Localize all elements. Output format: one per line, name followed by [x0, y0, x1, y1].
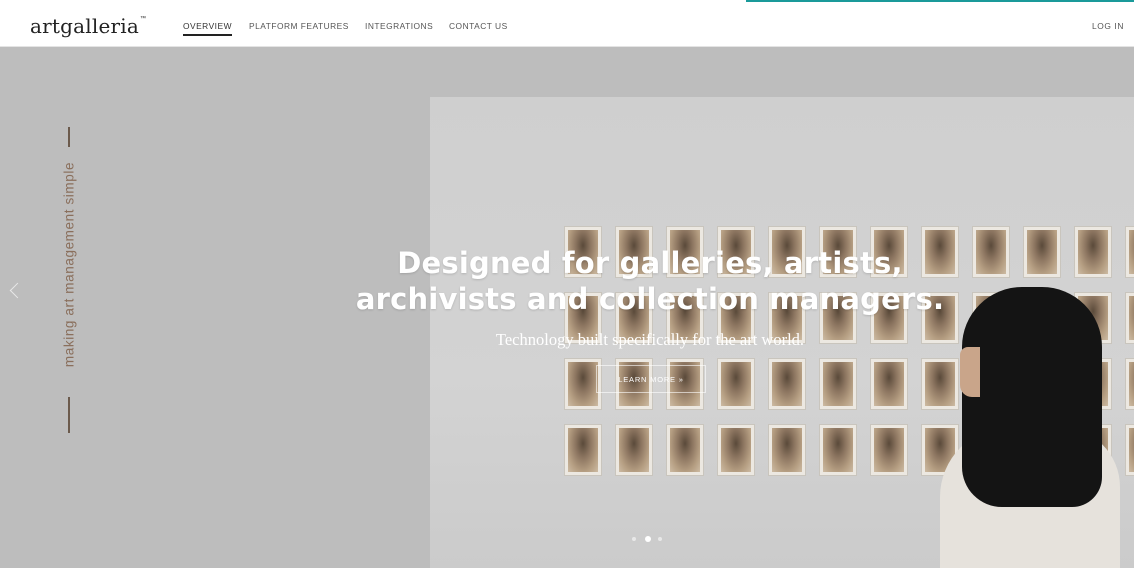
artwork-portrait — [874, 428, 904, 472]
artwork-portrait — [721, 362, 751, 406]
carousel-dot[interactable] — [645, 536, 651, 542]
navbar: artgalleria™ OVERVIEW PLATFORM FEATURES … — [0, 2, 1134, 47]
logo-trademark: ™ — [139, 16, 147, 22]
artwork-portrait — [772, 428, 802, 472]
nav-platform-features[interactable]: PLATFORM FEATURES — [249, 21, 349, 31]
carousel-dot[interactable] — [658, 537, 662, 541]
nav-integrations[interactable]: INTEGRATIONS — [365, 21, 433, 31]
artwork-frame — [922, 359, 958, 409]
artwork-portrait — [823, 362, 853, 406]
artwork-frame — [565, 425, 601, 475]
visitor-face — [960, 347, 980, 397]
nav-contact-us[interactable]: CONTACT US — [449, 21, 508, 31]
artwork-frame — [769, 425, 805, 475]
artwork-frame — [616, 425, 652, 475]
artwork-frame — [820, 425, 856, 475]
artwork-portrait — [1078, 230, 1108, 274]
artwork-portrait — [874, 362, 904, 406]
artwork-portrait — [670, 428, 700, 472]
artwork-frame — [871, 359, 907, 409]
artwork-frame — [1126, 425, 1134, 475]
artwork-portrait — [568, 362, 598, 406]
artwork-frame — [718, 359, 754, 409]
tagline-line-bottom — [68, 397, 70, 433]
tagline-text: making art management simple — [61, 161, 77, 368]
artwork-frame — [1126, 359, 1134, 409]
hero-subheadline: Technology built specifically for the ar… — [495, 330, 805, 349]
tagline-line-top — [68, 127, 70, 147]
logo-text: artgalleria — [30, 14, 139, 38]
visitor-hair — [962, 287, 1102, 507]
learn-more-button[interactable]: LEARN MORE » — [596, 365, 706, 393]
login-link[interactable]: LOG IN — [1092, 21, 1124, 31]
artwork-portrait — [925, 362, 955, 406]
artwork-frame — [1126, 293, 1134, 343]
artwork-portrait — [619, 428, 649, 472]
artwork-portrait — [1027, 230, 1057, 274]
artwork-portrait — [1129, 296, 1134, 340]
hero-headline: Designed for galleries, artists, archivi… — [300, 245, 1000, 317]
artwork-frame — [1126, 227, 1134, 277]
headline-line-2: archivists and collection managers. — [355, 282, 945, 316]
artwork-frame — [820, 359, 856, 409]
artwork-frame — [718, 425, 754, 475]
artwork-frame — [667, 425, 703, 475]
artwork-portrait — [1129, 428, 1134, 472]
artwork-frame — [1075, 227, 1111, 277]
carousel-dot[interactable] — [632, 537, 636, 541]
artwork-portrait — [721, 428, 751, 472]
artwork-portrait — [1129, 362, 1134, 406]
chevron-left-icon[interactable] — [9, 282, 26, 299]
artwork-frame — [769, 359, 805, 409]
artwork-portrait — [772, 362, 802, 406]
artwork-portrait — [823, 428, 853, 472]
artwork-portrait — [568, 428, 598, 472]
artwork-frame — [1024, 227, 1060, 277]
headline-line-1: Designed for galleries, artists, — [397, 246, 903, 280]
artwork-frame — [871, 425, 907, 475]
hero-carousel: making art management simple Designed fo… — [0, 47, 1134, 568]
logo[interactable]: artgalleria™ — [30, 14, 146, 38]
nav-overview[interactable]: OVERVIEW — [183, 21, 232, 36]
vertical-tagline: making art management simple — [55, 127, 85, 437]
artwork-portrait — [1129, 230, 1134, 274]
